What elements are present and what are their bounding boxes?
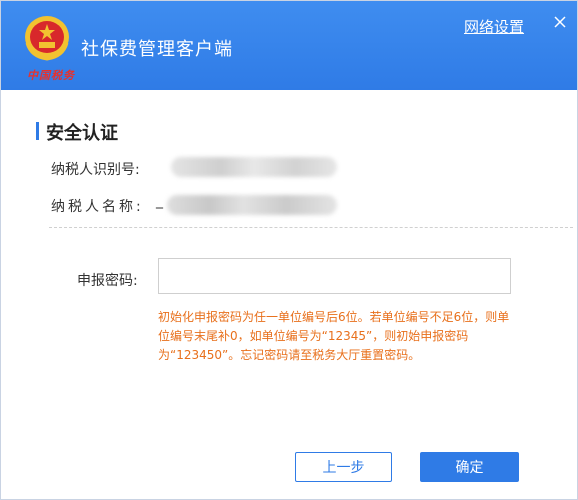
previous-step-button[interactable]: 上一步 [295, 452, 392, 482]
taxpayer-name-label: 纳税人名称: [51, 199, 144, 215]
taxpayer-id-value-redacted [171, 157, 337, 177]
taxpayer-name-prefix: _ [156, 193, 163, 209]
password-label: 申报密码: [77, 273, 138, 289]
network-settings-link[interactable]: 网络设置 [464, 16, 524, 37]
tax-emblem-icon [25, 16, 69, 61]
taxpayer-name-value-redacted [167, 195, 337, 215]
close-icon[interactable] [552, 14, 568, 30]
logo-text: 中国税务 [27, 69, 75, 82]
taxpayer-id-label: 纳税人识别号: [51, 162, 140, 178]
password-input[interactable] [158, 258, 511, 294]
section-accent-bar [36, 122, 39, 140]
app-title: 社保费管理客户端 [81, 39, 233, 60]
section-title: 安全认证 [46, 123, 118, 144]
confirm-button[interactable]: 确定 [420, 452, 519, 482]
password-hint: 初始化申报密码为任一单位编号后6位。若单位编号不足6位，则单位编号末尾补0，如单… [158, 310, 510, 362]
login-window: 中国税务 社保费管理客户端 网络设置 安全认证 纳税人识别号: 纳税人名称: _… [0, 0, 578, 500]
header-bar: 中国税务 社保费管理客户端 网络设置 [1, 1, 577, 90]
dashed-divider [49, 227, 573, 228]
